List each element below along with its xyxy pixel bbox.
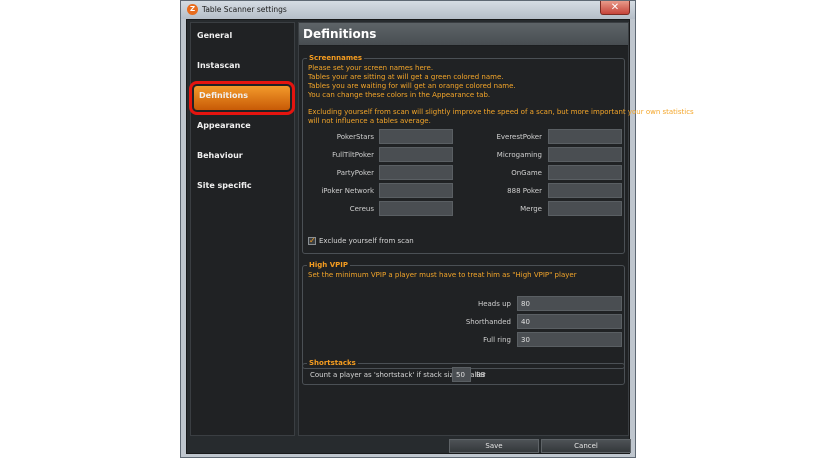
sidebar-item-behaviour[interactable]: Behaviour: [197, 151, 243, 160]
screennames-legend: Screennames: [307, 54, 365, 62]
shortstacks-legend: Shortstacks: [307, 359, 358, 367]
shorthanded-label: Shorthanded: [465, 318, 511, 326]
screennames-line-3: Tables you are waiting for will get an o…: [308, 82, 516, 90]
site-label-cereus: Cereus: [349, 205, 374, 213]
title-bar[interactable]: Z Table Scanner settings ✕: [181, 1, 635, 19]
shorthanded-input[interactable]: 40: [517, 314, 622, 329]
client-area: General Instascan Definitions Appearance…: [186, 19, 694, 454]
ipoker-name-input[interactable]: [379, 183, 453, 198]
heads-up-label: Heads up: [477, 300, 511, 308]
heads-up-input[interactable]: 80: [517, 296, 622, 311]
everestpoker-name-input[interactable]: [548, 129, 622, 144]
full-ring-label: Full ring: [483, 336, 511, 344]
full-ring-input[interactable]: 30: [517, 332, 622, 347]
site-label-ipoker: iPoker Network: [321, 187, 374, 195]
exclude-note-line-2: will not influence a tables average.: [308, 117, 431, 125]
main-panel: Definitions Screennames Please set your …: [298, 22, 694, 436]
sidebar-item-definitions[interactable]: Definitions: [189, 81, 295, 115]
site-label-fulltiltpoker: FullTiltPoker: [332, 151, 374, 159]
site-label-partypoker: PartyPoker: [336, 169, 374, 177]
cereus-name-input[interactable]: [379, 201, 453, 216]
shortstack-size-input[interactable]: 50: [452, 367, 471, 382]
site-label-888poker: 888 Poker: [507, 187, 542, 195]
microgaming-name-input[interactable]: [548, 147, 622, 162]
close-button[interactable]: ✕: [600, 1, 630, 15]
page-header: Definitions: [299, 23, 628, 46]
screennames-line-1: Please set your screen names here.: [308, 64, 434, 72]
shortstacks-group: Shortstacks Count a player as 'shortstac…: [302, 359, 625, 385]
exclude-self-label: Exclude yourself from scan: [319, 237, 414, 245]
site-label-ongame: OnGame: [511, 169, 542, 177]
partypoker-name-input[interactable]: [379, 165, 453, 180]
high-vpip-group: High VPIP Set the minimum VPIP a player …: [302, 261, 625, 369]
app-logo-icon: Z: [187, 4, 198, 15]
site-label-everestpoker: EverestPoker: [496, 133, 542, 141]
window-title: Table Scanner settings: [202, 5, 287, 14]
high-vpip-legend: High VPIP: [307, 261, 350, 269]
sidebar-item-general[interactable]: General: [197, 31, 232, 40]
fulltiltpoker-name-input[interactable]: [379, 147, 453, 162]
site-label-merge: Merge: [520, 205, 542, 213]
sidebar-item-instascan[interactable]: Instascan: [197, 61, 240, 70]
shortstack-unit: BB: [476, 371, 486, 379]
888poker-name-input[interactable]: [548, 183, 622, 198]
sidebar-item-site-specific[interactable]: Site specific: [197, 181, 252, 190]
cancel-button[interactable]: Cancel: [541, 439, 631, 453]
page-title: Definitions: [303, 27, 377, 41]
exclude-note-line-1: Excluding yourself from scan will slight…: [308, 108, 694, 116]
screennames-line-2: Tables your are sitting at will get a gr…: [308, 73, 504, 81]
exclude-self-checkbox[interactable]: ✓: [308, 237, 316, 245]
save-button[interactable]: Save: [449, 439, 539, 453]
merge-name-input[interactable]: [548, 201, 622, 216]
site-label-microgaming: Microgaming: [496, 151, 542, 159]
ongame-name-input[interactable]: [548, 165, 622, 180]
pokerstars-name-input[interactable]: [379, 129, 453, 144]
sidebar-item-appearance[interactable]: Appearance: [197, 121, 251, 130]
sidebar: General Instascan Definitions Appearance…: [189, 22, 295, 436]
screennames-group: Screennames Please set your screen names…: [302, 54, 694, 254]
screennames-line-4: You can change these colors in the Appea…: [308, 91, 491, 99]
site-label-pokerstars: PokerStars: [336, 133, 374, 141]
settings-window: Z Table Scanner settings ✕ General Insta…: [180, 0, 694, 458]
high-vpip-description: Set the minimum VPIP a player must have …: [308, 271, 577, 279]
